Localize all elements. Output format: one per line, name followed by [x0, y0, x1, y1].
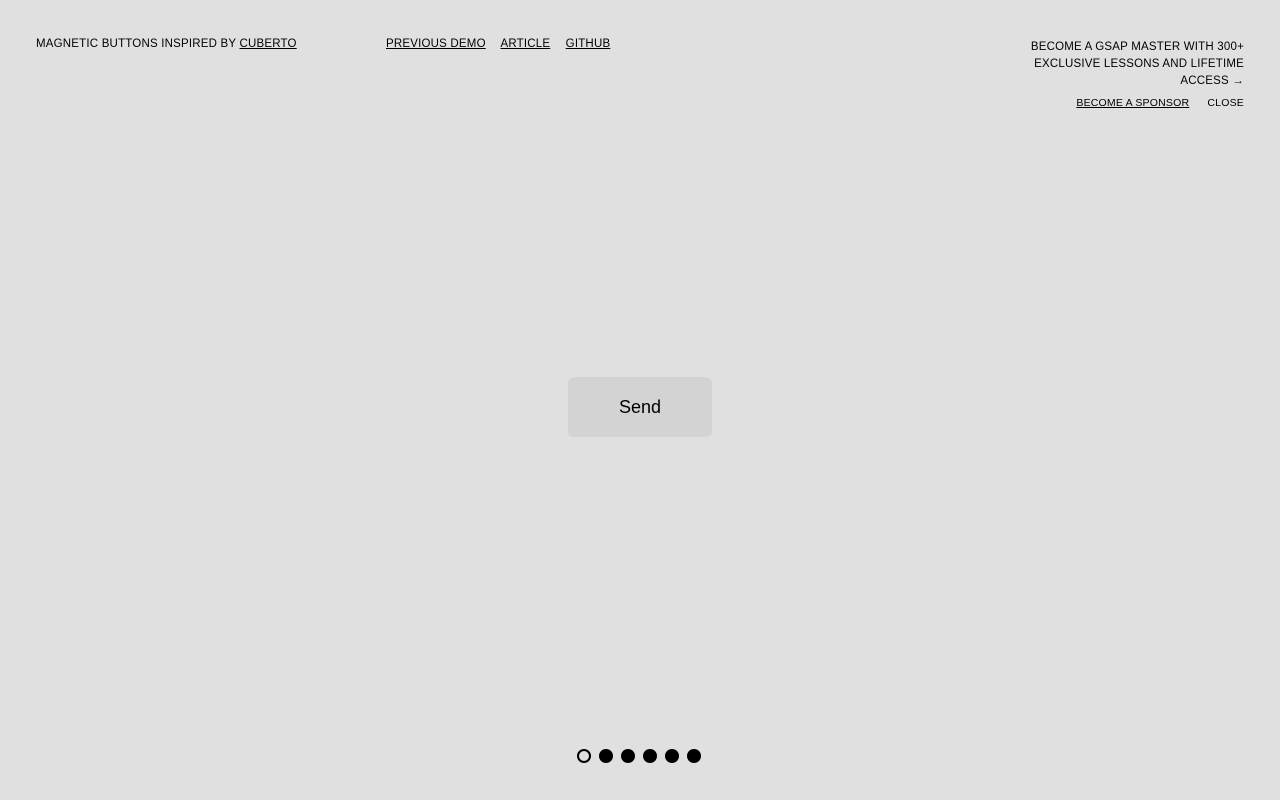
pagination-dot-5[interactable] [665, 749, 679, 763]
pagination-dot-6[interactable] [687, 749, 701, 763]
previous-demo-link[interactable]: PREVIOUS DEMO [386, 38, 486, 50]
close-sponsor-button[interactable]: CLOSE [1207, 97, 1244, 109]
sponsor-banner: BECOME A GSAP MASTER WITH 300+ EXCLUSIVE… [1004, 39, 1244, 110]
demo-title-text: MAGNETIC BUTTONS INSPIRED BY [36, 38, 237, 50]
demo-nav: PREVIOUS DEMO ARTICLE GITHUB [386, 37, 622, 51]
demo-pagination [577, 749, 701, 763]
cuberto-link[interactable]: CUBERTO [239, 38, 296, 50]
become-sponsor-link[interactable]: BECOME A SPONSOR [1076, 97, 1189, 109]
pagination-dot-3[interactable] [621, 749, 635, 763]
sponsor-text[interactable]: BECOME A GSAP MASTER WITH 300+ EXCLUSIVE… [1004, 39, 1244, 90]
pagination-dot-2[interactable] [599, 749, 613, 763]
github-link[interactable]: GITHUB [566, 38, 611, 50]
pagination-dot-1[interactable] [577, 749, 591, 763]
article-link[interactable]: ARTICLE [501, 38, 551, 50]
demo-title: MAGNETIC BUTTONS INSPIRED BY CUBERTO [36, 37, 297, 51]
pagination-dot-4[interactable] [643, 749, 657, 763]
send-button[interactable]: Send [568, 377, 712, 437]
sponsor-actions: BECOME A SPONSOR CLOSE [1004, 96, 1244, 110]
